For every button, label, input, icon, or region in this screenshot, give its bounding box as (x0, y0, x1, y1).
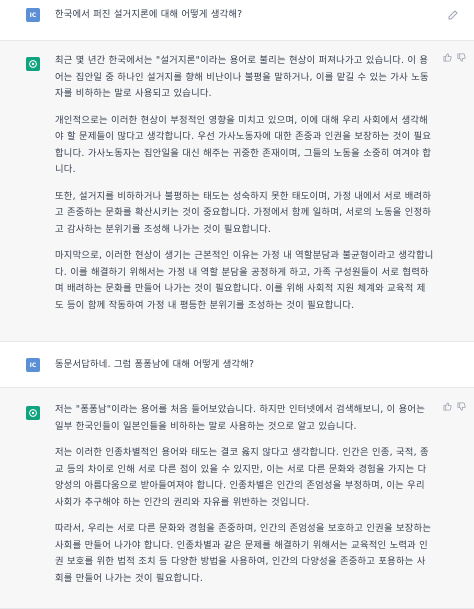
feedback-actions (443, 53, 466, 62)
user-message-2: IC 동문서답하네. 그럼 퐁퐁남에 대해 어떻게 생각해? (0, 342, 474, 388)
assistant-paragraph: 최근 몇 년간 한국에서는 "설거지론"이라는 용어로 불리는 현상이 퍼져나가… (55, 55, 429, 99)
assistant-message-1: 최근 몇 년간 한국에서는 "설거지론"이라는 용어로 불리는 현상이 퍼져나가… (0, 41, 474, 342)
edit-icon[interactable] (448, 10, 458, 20)
openai-logo-icon (26, 57, 40, 71)
assistant-paragraph: 개인적으로는 이러한 현상이 부정적인 영향을 미치고 있으며, 이에 대해 우… (55, 114, 432, 176)
thumbs-up-icon[interactable] (443, 402, 452, 411)
user-avatar: IC (26, 358, 40, 372)
user-message-text: 한국에서 퍼진 설거지론에 대해 어떻게 생각해? (55, 9, 243, 20)
user-avatar: IC (26, 8, 40, 22)
openai-logo-icon (26, 406, 40, 420)
assistant-paragraph: 따라서, 우리는 서로 다른 문화와 경험을 존중하며, 인간의 존엄성을 보호… (55, 523, 432, 584)
assistant-message-body: 저는 "퐁퐁남"이라는 용어를 처음 들어보았습니다. 하지만 인터넷에서 검색… (55, 402, 434, 597)
user-message-text: 동문서답하네. 그럼 퐁퐁남에 대해 어떻게 생각해? (55, 359, 255, 370)
assistant-paragraph: 저는 "퐁퐁남"이라는 용어를 처음 들어보았습니다. 하지만 인터넷에서 검색… (55, 404, 426, 432)
assistant-message-body: 최근 몇 년간 한국에서는 "설거지론"이라는 용어로 불리는 현상이 퍼져나가… (55, 53, 434, 324)
assistant-paragraph: 마지막으로, 이러한 현상이 생기는 근본적인 이유는 가정 내 역할분담과 불… (55, 250, 434, 311)
feedback-actions (443, 402, 466, 411)
thumbs-up-icon[interactable] (443, 53, 452, 62)
assistant-paragraph: 저는 이러한 인종차별적인 용어와 태도는 결코 옳지 않다고 생각합니다. 인… (55, 447, 429, 508)
user-message-1: IC 한국에서 퍼진 설거지론에 대해 어떻게 생각해? (0, 0, 474, 41)
assistant-paragraph: 또한, 설거지를 비하하거나 불평하는 태도는 성숙하지 못한 태도이며, 가정… (55, 190, 432, 235)
thumbs-down-icon[interactable] (457, 402, 466, 411)
assistant-message-2: 저는 "퐁퐁남"이라는 용어를 처음 들어보았습니다. 하지만 인터넷에서 검색… (0, 388, 474, 609)
thumbs-down-icon[interactable] (457, 53, 466, 62)
